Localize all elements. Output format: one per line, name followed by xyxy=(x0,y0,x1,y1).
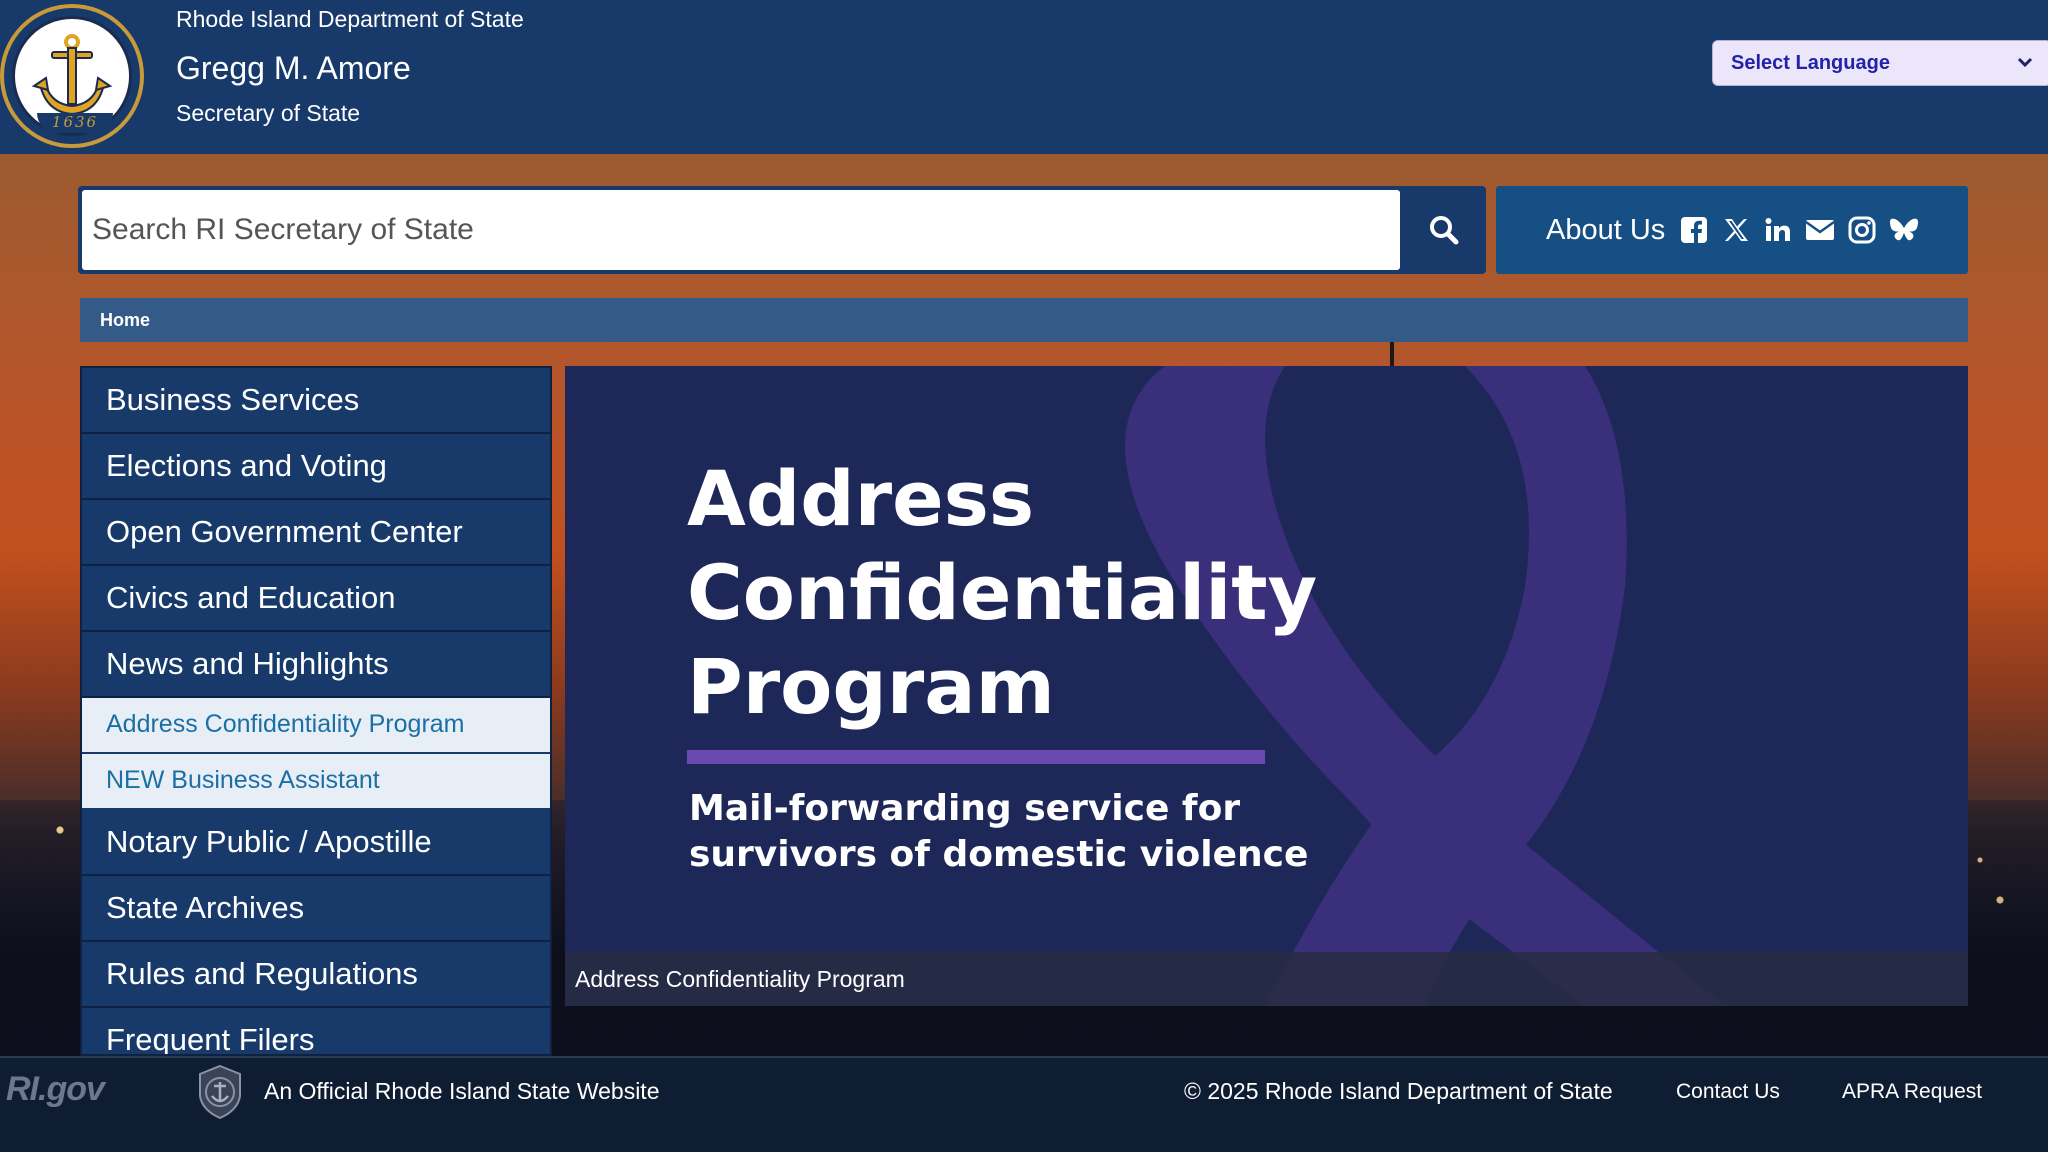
about-us-link[interactable]: About Us xyxy=(1546,214,1665,247)
x-icon[interactable] xyxy=(1721,215,1751,245)
sidebar-item-business-services[interactable]: Business Services xyxy=(82,368,550,434)
sidebar-item-news-highlights[interactable]: News and Highlights xyxy=(82,632,550,698)
rigov-logo-text: RI.gov xyxy=(6,1070,105,1108)
bluesky-icon[interactable] xyxy=(1889,215,1919,245)
apra-request-link[interactable]: APRA Request xyxy=(1842,1080,1982,1104)
sidebar-item-open-government[interactable]: Open Government Center xyxy=(82,500,550,566)
hero-divider xyxy=(687,750,1265,764)
language-select[interactable]: Select Language xyxy=(1712,40,2048,86)
search-icon xyxy=(1430,216,1459,245)
state-seal-logo[interactable]: 1636 xyxy=(0,4,144,148)
department-name: Rhode Island Department of State xyxy=(176,6,524,32)
search-button[interactable] xyxy=(1404,190,1484,270)
seal-inner: 1636 xyxy=(12,16,132,136)
chevron-down-icon xyxy=(2017,54,2033,72)
state-seal-icon xyxy=(199,1064,241,1120)
hero-banner[interactable]: Address Confidentiality Program Mail-for… xyxy=(565,366,1968,1006)
hero-title: Address Confidentiality Program xyxy=(687,452,1318,734)
hero-subtitle-line: Mail-forwarding service for xyxy=(689,788,1241,829)
hero-subtitle-line: survivors of domestic violence xyxy=(689,834,1309,875)
breadcrumb-home[interactable]: Home xyxy=(100,310,150,330)
sidebar-item-notary-apostille[interactable]: Notary Public / Apostille xyxy=(82,810,550,876)
language-select-label: Select Language xyxy=(1731,51,1890,74)
rigov-logo[interactable]: RI.gov xyxy=(6,1070,105,1109)
site-header: 1636 Rhode Island Department of State Gr… xyxy=(0,0,2048,154)
hero-subtitle: Mail-forwarding service for survivors of… xyxy=(689,786,1309,878)
contact-us-link[interactable]: Contact Us xyxy=(1676,1080,1780,1104)
official-site-text: An Official Rhode Island State Website xyxy=(264,1078,660,1104)
social-bar: About Us xyxy=(1496,186,1968,274)
instagram-icon[interactable] xyxy=(1847,215,1877,245)
hero-title-line: Confidentiality xyxy=(687,548,1318,637)
sidebar-subitem-address-confidentiality[interactable]: Address Confidentiality Program xyxy=(82,698,550,754)
official-name[interactable]: Gregg M. Amore xyxy=(176,50,411,87)
sidebar-item-rules-regulations[interactable]: Rules and Regulations xyxy=(82,942,550,1008)
sidebar-item-civics-education[interactable]: Civics and Education xyxy=(82,566,550,632)
linkedin-icon[interactable] xyxy=(1763,215,1793,245)
seal-year: 1636 xyxy=(37,113,113,133)
hero-title-line: Address xyxy=(687,454,1035,543)
sidebar-item-frequent-filers[interactable]: Frequent Filers xyxy=(82,1008,550,1054)
hero-title-line: Program xyxy=(687,642,1055,731)
facebook-icon[interactable] xyxy=(1679,215,1709,245)
sidebar-subitem-business-assistant[interactable]: NEW Business Assistant xyxy=(82,754,550,810)
sidebar-item-elections-voting[interactable]: Elections and Voting xyxy=(82,434,550,500)
site-footer: RI.gov An Official Rhode Island State We… xyxy=(0,1056,2048,1152)
hero-caption[interactable]: Address Confidentiality Program xyxy=(565,952,1968,1006)
copyright-text: © 2025 Rhode Island Department of State xyxy=(1184,1078,1613,1104)
sidebar-item-state-archives[interactable]: State Archives xyxy=(82,876,550,942)
email-icon[interactable] xyxy=(1805,215,1836,245)
search-bar xyxy=(78,186,1486,274)
official-title: Secretary of State xyxy=(176,100,361,126)
sidebar-nav: Business Services Elections and Voting O… xyxy=(80,366,552,1056)
search-input[interactable] xyxy=(82,190,1400,270)
breadcrumb: Home xyxy=(80,298,1968,342)
